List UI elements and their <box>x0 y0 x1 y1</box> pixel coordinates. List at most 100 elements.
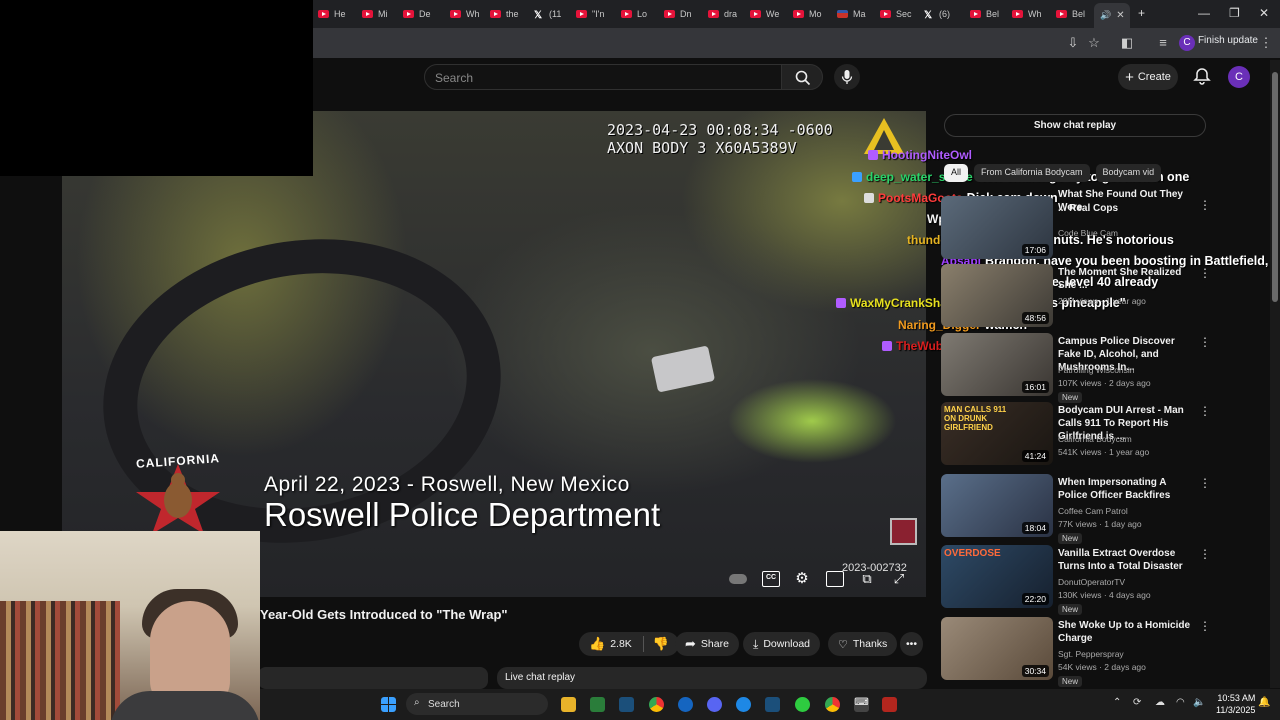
active-tab[interactable]: 🔊 ✕ <box>1094 3 1130 28</box>
page-scrollbar[interactable] <box>1270 60 1280 688</box>
steam-icon[interactable] <box>619 697 634 712</box>
miniplayer-icon[interactable] <box>826 571 844 587</box>
channel-watermark-icon[interactable] <box>890 518 917 545</box>
bookmark-star-icon[interactable]: ☆ <box>1086 35 1102 51</box>
video-thumbnail[interactable]: MAN CALLS 911 ON DRUNK GIRLFRIEND 41:24 <box>941 402 1053 465</box>
video-thumbnail[interactable]: 17:06 <box>941 196 1053 259</box>
video-thumbnail[interactable]: 18:04 <box>941 474 1053 537</box>
terminal-icon[interactable]: ⌨ <box>854 697 869 712</box>
browser-tab[interactable]: the <box>490 4 519 24</box>
browser-tab[interactable]: Wh <box>450 4 480 24</box>
browser-tab[interactable]: 𝕏 (6) <box>924 4 950 24</box>
video-menu-icon[interactable]: ⋮ <box>1199 476 1211 490</box>
minimize-button[interactable]: — <box>1198 6 1210 20</box>
video-title[interactable]: Vanilla Extract Overdose Turns Into a To… <box>1058 547 1198 573</box>
file-explorer-icon[interactable] <box>561 697 576 712</box>
taskbar-search[interactable]: ⌕ Search <box>406 693 548 715</box>
browser-tab[interactable]: Mo <box>793 4 822 24</box>
video-thumbnail[interactable]: 48:56 <box>941 264 1053 327</box>
notifications-bell-icon[interactable] <box>1192 66 1212 86</box>
browser-tab[interactable]: Ma <box>837 4 866 24</box>
profile-avatar[interactable]: C <box>1179 35 1195 51</box>
volume-icon[interactable]: 🔈 <box>1193 697 1205 708</box>
channel-name[interactable]: California Bodycam <box>1058 434 1132 444</box>
video-thumbnail[interactable]: 30:34 <box>941 617 1053 680</box>
settings-gear-icon[interactable]: ⚙ <box>793 571 811 587</box>
finish-update-button[interactable]: Finish update <box>1198 35 1258 46</box>
channel-name[interactable]: Code Blue Cam <box>1058 228 1118 238</box>
create-button[interactable]: + Create <box>1118 64 1178 90</box>
channel-name[interactable]: Coffee Cam Patrol <box>1058 506 1128 516</box>
browser-tab[interactable]: Wh <box>1012 4 1042 24</box>
browser-tab[interactable]: Dn <box>664 4 692 24</box>
tray-cloud-icon[interactable]: ☁ <box>1155 697 1165 708</box>
reading-list-icon[interactable]: ≡ <box>1155 35 1171 51</box>
chrome-icon[interactable] <box>649 697 664 712</box>
menu-dots-icon[interactable]: ⋮ <box>1258 35 1274 51</box>
taskbar-clock[interactable]: 10:53 AM 11/3/2025 <box>1216 692 1255 716</box>
filter-chip[interactable]: From California Bodycam <box>974 164 1090 182</box>
notification-bell-icon[interactable]: 🔔 <box>1258 697 1270 708</box>
video-menu-icon[interactable]: ⋮ <box>1199 404 1211 418</box>
browser-tab[interactable]: "I'n <box>576 4 604 24</box>
wifi-icon[interactable]: ◠ <box>1176 697 1185 708</box>
browser-tab[interactable]: Bel <box>970 4 999 24</box>
browser-tab[interactable]: Lo <box>621 4 647 24</box>
live-chat-replay-bar[interactable]: Live chat replay <box>497 667 927 689</box>
recommended-video[interactable]: 30:34 She Woke Up to a Homicide Charge Sgt… <box>941 617 1211 687</box>
video-menu-icon[interactable]: ⋮ <box>1199 547 1211 561</box>
recommended-video[interactable]: OVERDOSE 22:20 Vanilla Extract Overdose Tu… <box>941 545 1211 615</box>
browser-tab[interactable]: Sec <box>880 4 912 24</box>
windows-start-icon[interactable] <box>381 697 396 712</box>
recommended-video[interactable]: 17:06 What She Found Out They Were... Rea… <box>941 189 1211 260</box>
recommended-video[interactable]: MAN CALLS 911 ON DRUNK GIRLFRIEND 41:24 Bo… <box>941 402 1211 466</box>
description-box[interactable] <box>258 667 488 689</box>
video-title[interactable]: ... Real Cops <box>1058 202 1198 215</box>
more-actions-button[interactable]: ••• <box>900 632 924 656</box>
app-icon-red[interactable] <box>882 697 897 712</box>
close-window-button[interactable]: ✕ <box>1259 6 1269 20</box>
extensions-icon[interactable]: ◧ <box>1119 35 1135 51</box>
install-app-icon[interactable]: ⇩ <box>1065 35 1081 51</box>
steam-icon-2[interactable] <box>765 697 780 712</box>
recommended-video[interactable]: 18:04 When Impersonating A Police Officer… <box>941 474 1211 544</box>
scrollbar-thumb[interactable] <box>1272 72 1278 302</box>
browser-tab[interactable]: Bel <box>1056 4 1085 24</box>
app-icon-blue-2[interactable] <box>736 697 751 712</box>
filter-chip[interactable]: Bodycam vid <box>1095 164 1162 182</box>
filter-chip[interactable]: All <box>944 164 969 182</box>
video-title[interactable]: When Impersonating A Police Officer Back… <box>1058 476 1198 502</box>
xbox-icon[interactable] <box>795 697 810 712</box>
video-thumbnail[interactable]: OVERDOSE 22:20 <box>941 545 1053 608</box>
browser-tab[interactable]: He <box>318 4 346 24</box>
video-title[interactable]: The Moment She Realized She ... <box>1058 266 1198 292</box>
video-menu-icon[interactable]: ⋮ <box>1199 266 1211 280</box>
browser-tab[interactable]: dra <box>708 4 737 24</box>
cast-icon[interactable]: ⧉ <box>858 571 876 587</box>
search-button[interactable] <box>781 64 823 90</box>
recommended-video[interactable]: 16:01 Campus Police Discover Fake ID, Alc… <box>941 333 1211 403</box>
show-chat-replay-button[interactable]: Show chat replay <box>944 114 1206 137</box>
recommended-video[interactable]: 48:56 The Moment She Realized She ... 20M … <box>941 264 1211 328</box>
browser-tab[interactable]: Mi <box>362 4 388 24</box>
browser-tab[interactable]: 𝕏 (11 <box>534 4 561 24</box>
account-avatar[interactable]: C <box>1228 66 1250 88</box>
new-tab-button[interactable]: + <box>1138 6 1145 20</box>
search-input[interactable]: Search <box>424 64 782 90</box>
voice-search-button[interactable] <box>834 64 860 90</box>
video-title[interactable]: She Woke Up to a Homicide Charge <box>1058 619 1198 645</box>
tray-chevron-icon[interactable]: ⌃ <box>1113 697 1121 708</box>
video-menu-icon[interactable]: ⋮ <box>1199 619 1211 633</box>
browser-tab[interactable]: We <box>750 4 779 24</box>
download-button[interactable]: ⤓ Download <box>743 632 821 656</box>
video-menu-icon[interactable]: ⋮ <box>1199 198 1211 212</box>
channel-name[interactable]: DonutOperatorTV <box>1058 577 1125 587</box>
channel-name[interactable]: Patrolling Wisconsin <box>1058 365 1135 375</box>
video-thumbnail[interactable]: 16:01 <box>941 333 1053 396</box>
autoplay-toggle[interactable] <box>729 571 747 587</box>
channel-name[interactable]: Sgt. Pepperspray <box>1058 649 1124 659</box>
browser-tab[interactable]: De <box>403 4 431 24</box>
like-button[interactable]: 👍 2.8K 👎 <box>579 632 679 656</box>
app-icon-blue[interactable] <box>678 697 693 712</box>
captions-icon[interactable]: CC <box>762 571 780 587</box>
